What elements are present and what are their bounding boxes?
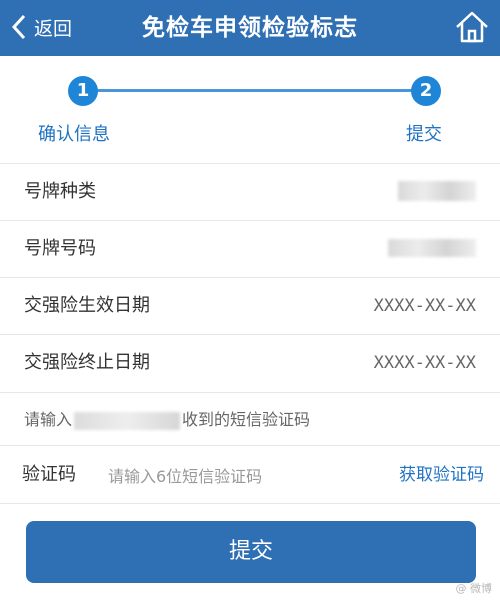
divider: [0, 445, 500, 446]
step-1-indicator: 1: [68, 76, 98, 106]
insurance-end-value: XXXX-XX-XX: [373, 353, 476, 373]
watermark: @ 微博: [455, 582, 493, 595]
sms-code-input[interactable]: [106, 459, 360, 493]
page-title: 免检车申领检验标志: [142, 15, 358, 41]
header-bar: 返回 免检车申领检验标志: [0, 0, 500, 56]
divider: [0, 503, 500, 504]
divider: [0, 392, 500, 393]
info-row-plate-type: 号牌种类: [0, 164, 500, 220]
sms-hint-prefix: 请输入: [24, 410, 73, 429]
plate-number-label: 号牌号码: [24, 238, 96, 259]
home-icon[interactable]: [454, 9, 490, 45]
info-row-insurance-start: 交强险生效日期 XXXX-XX-XX: [0, 278, 500, 334]
insurance-start-value: XXXX-XX-XX: [373, 296, 476, 316]
sms-hint: 请输入 收到的短信验证码: [24, 400, 310, 440]
plate-type-label: 号牌种类: [24, 181, 96, 202]
phone-number-redacted: [74, 411, 181, 430]
info-row-insurance-end: 交强险终止日期 XXXX-XX-XX: [0, 335, 500, 391]
get-code-button[interactable]: 获取验证码: [399, 447, 484, 503]
step-2-indicator: 2: [411, 76, 441, 106]
submit-button[interactable]: 提交: [26, 521, 476, 583]
progress-stepper: 1 2 确认信息 提交: [0, 56, 500, 156]
info-row-plate-number: 号牌号码: [0, 221, 500, 277]
step-connector: [82, 89, 427, 92]
code-row: 验证码 获取验证码: [0, 447, 500, 503]
step-1-label: 确认信息: [38, 124, 110, 145]
insurance-end-label: 交强险终止日期: [24, 352, 150, 373]
insurance-start-label: 交强险生效日期: [24, 295, 150, 316]
step-2-label: 提交: [406, 124, 442, 145]
plate-type-value-redacted: [398, 181, 476, 201]
plate-number-value-redacted: [388, 239, 476, 257]
sms-hint-suffix: 收到的短信验证码: [182, 410, 311, 429]
code-label: 验证码: [22, 464, 76, 485]
